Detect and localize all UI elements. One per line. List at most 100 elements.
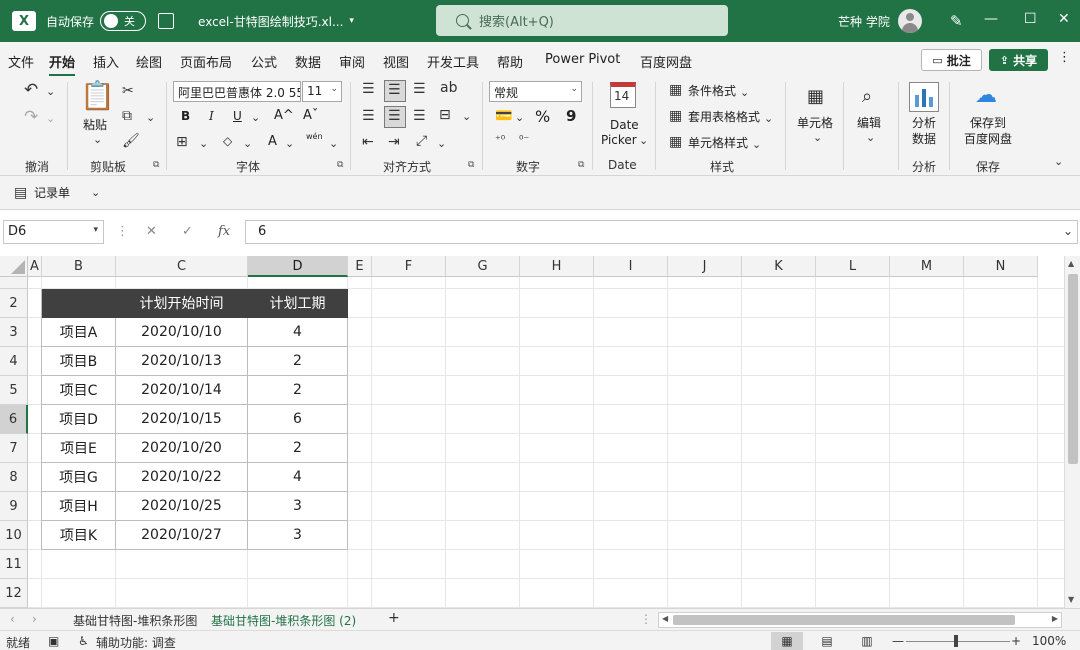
table-cell[interactable]: 项目K [42,521,116,550]
table-cell[interactable]: 2020/10/22 [116,463,248,492]
format-as-table-icon[interactable]: ▦ [669,109,682,123]
tab-view[interactable]: 视图 [383,52,409,71]
chevron-down-icon[interactable]: ▾ [349,16,354,26]
cells-icon[interactable]: ▦ [807,88,824,106]
chevron-down-icon[interactable]: ⌄ [46,86,55,97]
tab-review[interactable]: 审阅 [339,52,365,71]
scroll-right-icon[interactable]: ▶ [1052,614,1058,623]
column-header-h[interactable]: H [520,256,594,277]
scroll-left-icon[interactable]: ◀ [662,614,668,623]
align-bottom-icon[interactable]: ☰ [413,82,426,96]
date-picker-label-line2[interactable]: Picker [601,133,637,147]
table-cell[interactable]: 4 [248,463,348,492]
cancel-icon[interactable]: ✕ [146,224,157,239]
page-layout-view-button[interactable]: ▤ [811,632,843,650]
column-header-b[interactable]: B [42,256,116,277]
bold-button[interactable]: B [181,109,190,123]
scrollbar-thumb[interactable] [1068,274,1078,464]
tab-file[interactable]: 文件 [8,52,34,71]
table-cell[interactable]: 3 [248,521,348,550]
tab-insert[interactable]: 插入 [93,52,119,71]
share-button[interactable]: ⇪ 共享 [989,49,1048,71]
cells-button[interactable]: 单元格 [797,116,833,130]
worksheet-grid[interactable]: A B C D E F G H I J K L M N 2 3 4 5 6 7 8 9 10 11 12 计划开始时间 计划工期 项目… [0,256,1064,608]
font-size-select[interactable]: 11 ⌄ [302,81,342,102]
chevron-down-icon[interactable]: ⌄ [329,138,338,149]
table-cell[interactable]: 项目C [42,376,116,405]
row-header-9[interactable]: 9 [0,492,28,521]
table-cell[interactable]: 2020/10/13 [116,347,248,376]
tab-help[interactable]: 帮助 [497,52,523,71]
shrink-font-button[interactable]: Aˇ [303,108,318,124]
chevron-down-icon[interactable]: ⌄ [243,138,252,149]
table-cell[interactable]: 2 [248,347,348,376]
chevron-down-icon[interactable]: ⌄ [740,87,749,98]
macro-record-icon[interactable]: ▣ [48,634,59,648]
conditional-formatting-icon[interactable]: ▦ [669,83,682,97]
italic-button[interactable]: I [209,109,214,123]
accessibility-status[interactable]: 辅助功能: 调查 [96,634,176,650]
expand-formula-bar-icon[interactable]: ⌄ [1063,225,1073,237]
row-header-5[interactable]: 5 [0,376,28,405]
font-color-button[interactable]: A [268,134,277,150]
row-header-12[interactable]: 12 [0,579,28,608]
format-painter-icon[interactable]: 🖌 [122,134,140,148]
row-header-3[interactable]: 3 [0,318,28,347]
chevron-down-icon[interactable]: ⌄ [93,134,102,145]
phonetic-guide-button[interactable]: wén [306,132,323,142]
collapse-ribbon-icon[interactable]: ⌄ [1054,156,1063,167]
tab-baidu-netdisk[interactable]: 百度网盘 [640,52,692,71]
borders-icon[interactable]: ⊞ [176,135,188,149]
table-cell[interactable]: 2020/10/14 [116,376,248,405]
search-icon[interactable]: ⌕ [862,88,872,106]
column-header-c[interactable]: C [116,256,248,277]
column-header-l[interactable]: L [816,256,890,277]
orientation-icon[interactable]: ⤢ [416,134,427,148]
font-name-select[interactable]: 阿里巴巴普惠体 2.0 55 [173,81,301,102]
horizontal-scrollbar[interactable]: ◀ ▶ [658,612,1062,628]
save-baidu-label-line2[interactable]: 百度网盘 [964,132,1012,146]
column-header-e[interactable]: E [348,256,372,277]
analyze-data-label-line1[interactable]: 分析 [912,116,936,130]
column-header-n[interactable]: N [964,256,1038,277]
decrease-decimal-icon[interactable]: ⁰⁻ [519,134,529,145]
column-header-a[interactable]: A [28,256,42,277]
table-header-cell[interactable]: 计划开始时间 [116,289,248,318]
chevron-down-icon[interactable]: ⌄ [91,187,100,198]
scroll-up-icon[interactable]: ▲ [1068,259,1074,268]
format-as-table-button[interactable]: 套用表格格式 [688,110,760,124]
form-icon[interactable]: ▤ [14,186,27,200]
table-cell[interactable]: 4 [248,318,348,347]
chevron-down-icon[interactable]: ⌄ [639,135,648,146]
chevron-down-icon[interactable]: ⌄ [285,138,294,149]
dialog-launcher-icon[interactable]: ⧉ [468,160,474,170]
percent-style-button[interactable]: % [535,107,550,126]
dialog-launcher-icon[interactable]: ⧉ [337,160,343,170]
table-cell[interactable]: 2 [248,434,348,463]
close-button[interactable]: ✕ [1058,11,1070,27]
scroll-down-icon[interactable]: ▼ [1068,595,1074,604]
formula-input[interactable]: 6 [245,220,1078,244]
row-header-7[interactable]: 7 [0,434,28,463]
align-top-icon[interactable]: ☰ [362,82,375,96]
tab-data[interactable]: 数据 [295,52,321,71]
zoom-out-button[interactable]: — [892,634,904,648]
tab-page-layout[interactable]: 页面布局 [180,52,232,71]
row-header-11[interactable]: 11 [0,550,28,579]
chevron-down-icon[interactable]: ⌄ [813,132,822,143]
more-options-icon[interactable]: ⋮ [1058,50,1071,65]
table-cell[interactable]: 项目E [42,434,116,463]
next-sheet-icon[interactable]: › [32,612,37,626]
save-icon[interactable] [158,13,175,29]
redo-icon[interactable]: ↷ [24,109,38,126]
avatar[interactable] [898,9,922,33]
increase-indent-icon[interactable]: ⇥ [388,135,400,149]
table-cell[interactable]: 项目B [42,347,116,376]
chevron-down-icon[interactable]: ⌄ [146,112,155,123]
tab-draw[interactable]: 绘图 [136,52,162,71]
comments-button[interactable]: ▭ 批注 [921,49,982,71]
tab-power-pivot[interactable]: Power Pivot [545,52,620,67]
column-header-f[interactable]: F [372,256,446,277]
prev-sheet-icon[interactable]: ‹ [10,612,15,626]
chevron-down-icon[interactable]: ⌄ [764,113,773,124]
